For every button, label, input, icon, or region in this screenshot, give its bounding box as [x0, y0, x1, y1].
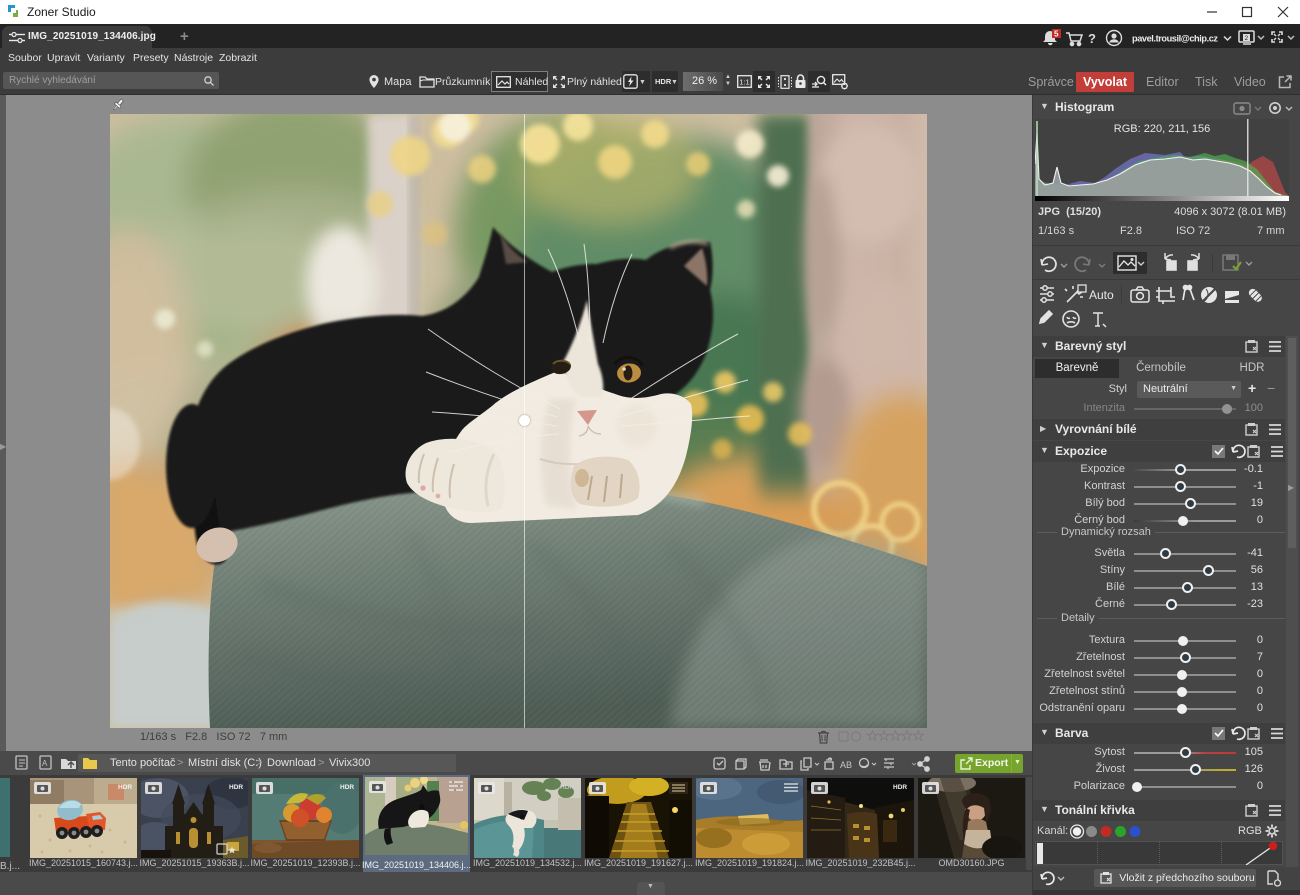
svg-text:AB: AB — [840, 760, 852, 770]
svg-text:5: 5 — [1054, 30, 1059, 39]
svg-text:?: ? — [1088, 31, 1096, 46]
svg-text:A: A — [42, 759, 48, 768]
svg-text:Auto: Auto — [1089, 288, 1114, 302]
svg-text:2: 2 — [1245, 35, 1249, 42]
svg-text:1:1: 1:1 — [739, 78, 749, 87]
svg-text:HDR: HDR — [118, 784, 132, 791]
svg-text:HDR: HDR — [229, 784, 243, 791]
svg-text:HDR: HDR — [560, 784, 574, 791]
svg-text:HDR: HDR — [340, 784, 354, 791]
svg-text:HDR: HDR — [893, 784, 907, 791]
svg-text:pavel.trousil@chip.cz: pavel.trousil@chip.cz — [1132, 34, 1218, 44]
